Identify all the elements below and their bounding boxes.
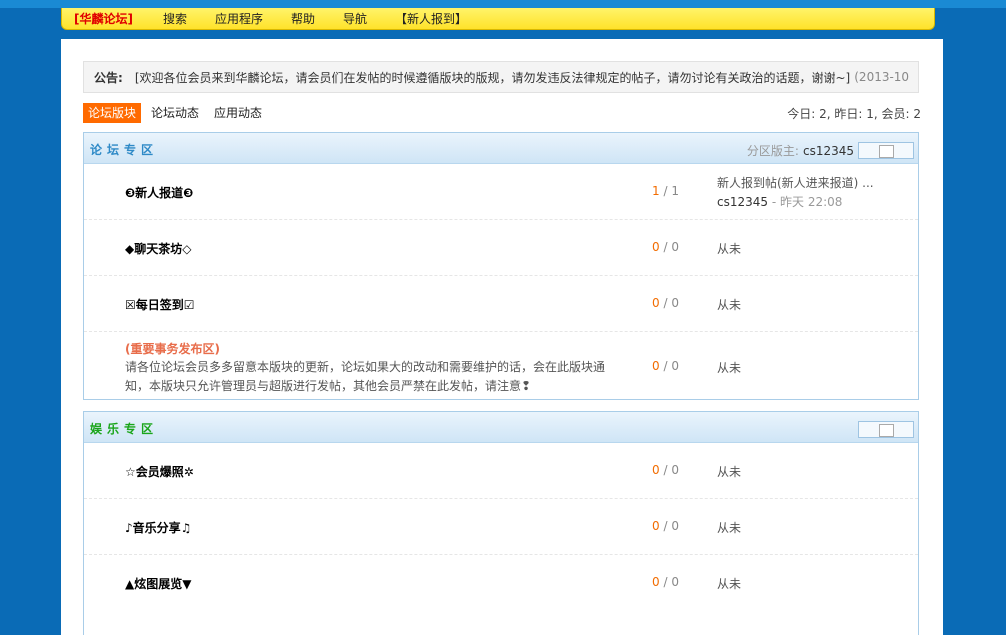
forum-counts: 0 / 0 xyxy=(652,519,679,533)
top-band xyxy=(0,0,1006,8)
forum-name[interactable]: ☆会员爆照✲ xyxy=(125,463,194,480)
announcement-text[interactable]: [欢迎各位会员来到华麟论坛，请会员们在发帖的时候遵循版块的版规，请勿发违反法律规… xyxy=(135,69,850,86)
count-separator: / xyxy=(659,184,672,198)
post-count: 0 xyxy=(671,575,679,589)
topic-count: 0 xyxy=(652,463,660,477)
count-separator: / xyxy=(659,575,672,589)
count-separator: / xyxy=(659,240,672,254)
nav-navigation-link[interactable]: 导航 xyxy=(343,10,367,27)
count-separator: / xyxy=(659,463,672,477)
last-post: 从未 xyxy=(717,361,742,375)
count-separator: / xyxy=(659,359,672,373)
top-nav-bar: [华麟论坛] 搜索 应用程序 帮助 导航 【新人报到】 xyxy=(61,8,935,30)
forum-counts: 0 / 0 xyxy=(652,359,679,373)
forum-counts: 0 / 0 xyxy=(652,463,679,477)
post-count: 1 xyxy=(671,184,679,198)
count-separator: / xyxy=(659,519,672,533)
forum-tabs: 论坛版块 论坛动态 应用动态 xyxy=(83,103,272,123)
last-post-time: - 昨天 22:08 xyxy=(771,195,843,209)
last-post: 从未 xyxy=(717,465,742,479)
moderator-name[interactable]: cs12345 xyxy=(803,144,854,158)
forum-name[interactable]: (重要事务发布区) xyxy=(125,340,220,357)
topic-count: 0 xyxy=(652,359,660,373)
last-post: 从未 xyxy=(717,298,742,312)
count-separator: / xyxy=(659,296,672,310)
post-count: 0 xyxy=(671,240,679,254)
last-post-user[interactable]: cs12345 xyxy=(717,195,768,209)
forum-counts: 0 / 0 xyxy=(652,240,679,254)
collapse-toggle-icon[interactable] xyxy=(858,421,914,438)
moderator-label: 分区版主: xyxy=(746,144,799,158)
announcement-bar: 公告: [欢迎各位会员来到华麟论坛，请会员们在发帖的时候遵循版块的版规，请勿发违… xyxy=(83,61,919,93)
post-count: 0 xyxy=(671,463,679,477)
last-post: 从未 xyxy=(717,242,742,256)
nav-apps-link[interactable]: 应用程序 xyxy=(215,10,263,27)
section-moderator: 分区版主: cs12345 xyxy=(747,142,854,159)
tab-forum-boards[interactable]: 论坛版块 xyxy=(83,103,142,123)
section-entertainment-zone: 娱乐专区 ☆会员爆照✲ 0 / 0 从未 ♪音乐分享♫ 0 / 0 从未 ▲炫图… xyxy=(83,411,919,635)
forum-row: ☒每日签到☑ 0 / 0 从未 xyxy=(84,276,918,332)
forum-row: ♪音乐分享♫ 0 / 0 从未 xyxy=(84,499,918,555)
forum-row: ❸新人报道❸ 1 / 1 新人报到帖(新人进来报道) ... cs12345 -… xyxy=(84,164,918,220)
announcement-date: (2013-10 xyxy=(854,70,910,84)
forum-name[interactable]: ❸新人报道❸ xyxy=(125,184,193,201)
forum-row: ▲炫图展览▼ 0 / 0 从未 xyxy=(84,555,918,611)
forum-stats: 今日: 2, 昨日: 1, 会员: 2 xyxy=(787,107,921,121)
topic-count: 0 xyxy=(652,296,660,310)
last-post: 新人报到帖(新人进来报道) ... cs12345 - 昨天 22:08 xyxy=(717,174,874,212)
collapse-toggle-icon[interactable] xyxy=(858,142,914,159)
nav-newbie-link[interactable]: 【新人报到】 xyxy=(395,10,467,27)
forum-row: ◆聊天茶坊◇ 0 / 0 从未 xyxy=(84,220,918,276)
topic-count: 0 xyxy=(652,519,660,533)
tab-app-activity[interactable]: 应用动态 xyxy=(209,103,267,123)
main-content: 公告: [欢迎各位会员来到华麟论坛，请会员们在发帖的时候遵循版块的版规，请勿发违… xyxy=(61,39,943,635)
post-count: 0 xyxy=(671,519,679,533)
section-forum-zone: 论坛专区 分区版主: cs12345 ❸新人报道❸ 1 / 1 新人报到帖(新人进… xyxy=(83,132,919,400)
announcement-label: 公告: xyxy=(94,70,123,85)
post-count: 0 xyxy=(671,296,679,310)
topic-count: 0 xyxy=(652,240,660,254)
last-post-title[interactable]: 新人报到帖(新人进来报道) ... xyxy=(717,176,874,190)
forum-row: ☆会员爆照✲ 0 / 0 从未 xyxy=(84,443,918,499)
section-title[interactable]: 娱乐专区 xyxy=(90,420,158,437)
forum-description: 请各位论坛会员多多留意本版块的更新，论坛如果大的改动和需要维护的话，会在此版块通… xyxy=(125,360,606,393)
post-count: 0 xyxy=(671,359,679,373)
section-header: 娱乐专区 xyxy=(84,412,918,443)
forum-counts: 0 / 0 xyxy=(652,575,679,589)
forum-name[interactable]: ◆聊天茶坊◇ xyxy=(125,240,191,257)
nav-brand-link[interactable]: [华麟论坛] xyxy=(74,10,133,27)
section-title[interactable]: 论坛专区 xyxy=(90,141,158,158)
nav-search-link[interactable]: 搜索 xyxy=(163,10,187,27)
last-post: 从未 xyxy=(717,521,742,535)
forum-name[interactable]: ☒每日签到☑ xyxy=(125,296,195,313)
last-post: 从未 xyxy=(717,577,742,591)
section-header: 论坛专区 分区版主: cs12345 xyxy=(84,133,918,164)
topic-count: 0 xyxy=(652,575,660,589)
forum-name[interactable]: ♪音乐分享♫ xyxy=(125,519,191,536)
forum-counts: 1 / 1 xyxy=(652,184,679,198)
forum-row: (重要事务发布区) 请各位论坛会员多多留意本版块的更新，论坛如果大的改动和需要维… xyxy=(84,332,918,399)
nav-help-link[interactable]: 帮助 xyxy=(291,10,315,27)
forum-name[interactable]: ▲炫图展览▼ xyxy=(125,575,191,592)
tab-forum-activity[interactable]: 论坛动态 xyxy=(146,103,204,123)
forum-counts: 0 / 0 xyxy=(652,296,679,310)
topic-count: 1 xyxy=(652,184,660,198)
